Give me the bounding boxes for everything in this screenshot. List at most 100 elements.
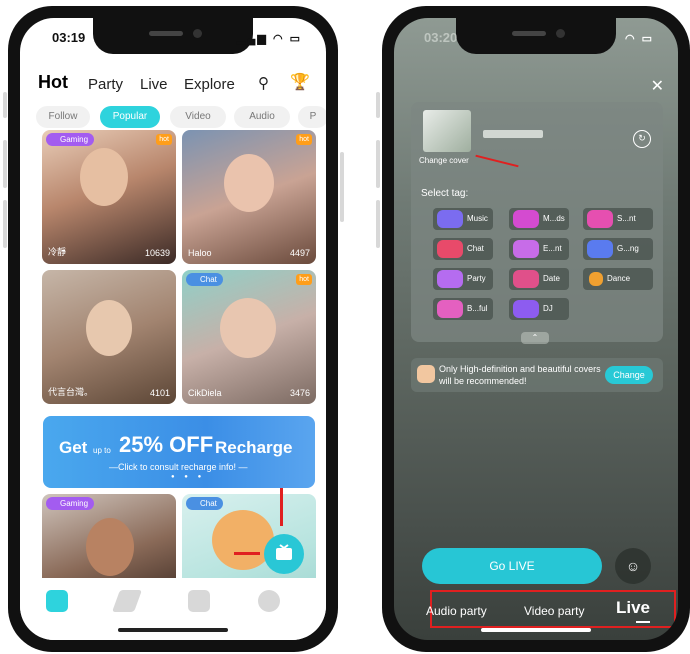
viewer-count: 3476 [289, 388, 310, 398]
status-time: 03:19 [52, 30, 86, 45]
live-card[interactable]: hot Haloo 4497 [182, 130, 316, 264]
start-live-screen: 03:20 ◠ ▭ ✕ Change cover ↻ Select tag: M… [394, 18, 678, 640]
live-card[interactable]: 代言台灣。 4101 [42, 270, 176, 404]
phone-home-feed: 03:19 ▂▄▆ ◠ ▭ Hot Party Live Explore ⚲ 🏆… [8, 6, 338, 652]
volume-up-button [3, 92, 7, 118]
banner-offer: 25% OFF [119, 432, 214, 457]
collapse-icon[interactable]: ⌃ [521, 332, 549, 344]
send-icon[interactable] [111, 590, 143, 612]
tab-hot[interactable]: Hot [38, 72, 68, 93]
tv-icon [276, 544, 292, 560]
chat-badge: Chat [186, 497, 223, 510]
trophy-icon[interactable]: 🏆 [290, 72, 310, 92]
volume-down-button [3, 140, 7, 188]
power-button [340, 152, 344, 222]
category-chips: Follow Popular Video Audio P [36, 106, 326, 128]
volume-down-button-b [376, 140, 380, 188]
cover-thumbnail[interactable] [423, 110, 471, 152]
streamer-photo [80, 148, 128, 206]
tag-sentiment[interactable]: S...nt [583, 208, 653, 230]
status-icons: ▂▄▆ ◠ ▭ [237, 33, 302, 45]
mode-video-party[interactable]: Video party [524, 604, 585, 618]
streamer-photo [86, 300, 132, 356]
annotation-arrow [475, 154, 519, 168]
streamer-photo [220, 298, 276, 358]
tag-music[interactable]: Music [433, 208, 493, 230]
hot-badge: hot [296, 274, 312, 285]
viewer-count: 4101 [149, 388, 170, 398]
bottom-tab-bar [20, 578, 326, 640]
gaming-badge: Gaming [46, 133, 95, 146]
banner-get: Get [59, 438, 88, 457]
hot-badge: hot [156, 134, 172, 145]
banner-upto: up to [93, 446, 111, 455]
tag-dj[interactable]: DJ [509, 298, 569, 320]
banner-pager-dots: ● ● ● [171, 474, 206, 480]
volume-up-button-b [376, 92, 380, 118]
banner-recharge: Recharge [215, 438, 293, 457]
beauty-filter-icon[interactable]: ☺ [615, 548, 651, 584]
streamer-photo [86, 518, 134, 576]
cover-hint: Only High-definition and beautiful cover… [411, 358, 663, 392]
tab-explore[interactable]: Explore [184, 76, 235, 93]
streamer-name: 冷靜 [48, 247, 67, 257]
tag-moods[interactable]: M...ds [509, 208, 569, 230]
tag-chat[interactable]: Chat [433, 238, 493, 260]
mode-live[interactable]: Live [616, 598, 650, 618]
tag-gaming[interactable]: G...ng [583, 238, 653, 260]
side-button [3, 200, 7, 248]
annotation-arrow [234, 552, 260, 555]
chip-popular[interactable]: Popular [100, 106, 160, 128]
chip-follow[interactable]: Follow [36, 106, 90, 128]
status-bar: 03:20 ◠ ▭ [424, 30, 654, 48]
chat-badge: Chat [186, 273, 223, 286]
phone-start-live: 03:20 ◠ ▭ ✕ Change cover ↻ Select tag: M… [382, 6, 690, 652]
hot-badge: hot [296, 134, 312, 145]
live-mode-selector: Audio party Video party Live [426, 590, 676, 628]
status-time: 03:20 [424, 30, 458, 45]
tag-entertainment[interactable]: E...nt [509, 238, 569, 260]
live-tab-icon[interactable] [46, 590, 68, 612]
tag-party[interactable]: Party [433, 268, 493, 290]
live-title-field[interactable] [483, 130, 543, 138]
side-button-b [376, 200, 380, 248]
message-icon[interactable] [188, 590, 210, 612]
tag-dance[interactable]: Dance [583, 268, 653, 290]
live-card[interactable]: Gaming hot 冷靜 10639 [42, 130, 176, 264]
home-indicator [481, 628, 591, 632]
viewer-count: 10639 [144, 248, 170, 258]
chip-more[interactable]: P [298, 106, 326, 128]
change-cover-label[interactable]: Change cover [419, 156, 469, 165]
streamer-photo [224, 154, 274, 212]
chip-audio[interactable]: Audio [234, 106, 290, 128]
refresh-icon[interactable]: ↻ [633, 130, 651, 148]
streamer-name: CikDiela [188, 388, 222, 398]
tab-live[interactable]: Live [140, 76, 168, 93]
annotation-arrow [280, 488, 283, 526]
gaming-badge: Gaming [46, 497, 95, 510]
search-icon[interactable]: ⚲ [258, 74, 269, 92]
profile-icon[interactable] [258, 590, 280, 612]
go-live-button[interactable]: Go LIVE [422, 548, 602, 584]
viewer-count: 4497 [289, 248, 310, 258]
home-indicator [118, 628, 228, 632]
chip-video[interactable]: Video [170, 106, 226, 128]
tab-party[interactable]: Party [88, 76, 123, 93]
select-tag-label: Select tag: [421, 188, 469, 199]
status-bar: 03:19 ▂▄▆ ◠ ▭ [52, 30, 302, 48]
stage: 03:19 ▂▄▆ ◠ ▭ Hot Party Live Explore ⚲ 🏆… [0, 0, 690, 654]
close-icon[interactable]: ✕ [651, 76, 664, 96]
mode-selected-indicator [636, 621, 650, 623]
banner-subtitle: —Click to consult recharge info! — [109, 462, 248, 472]
mode-audio-party[interactable]: Audio party [426, 604, 487, 618]
hint-text: Only High-definition and beautiful cover… [439, 364, 601, 386]
hint-icon [417, 365, 435, 383]
recharge-banner[interactable]: Get up to 25% OFF Recharge —Click to con… [43, 416, 315, 488]
change-cover-button[interactable]: Change [605, 366, 653, 384]
tag-beautiful[interactable]: B...ful [433, 298, 493, 320]
go-live-fab[interactable] [264, 534, 304, 574]
status-icons: ◠ ▭ [624, 33, 654, 45]
live-card[interactable]: Chat hot CikDiela 3476 [182, 270, 316, 404]
streamer-name: Haloo [188, 248, 212, 258]
tag-date[interactable]: Date [509, 268, 569, 290]
